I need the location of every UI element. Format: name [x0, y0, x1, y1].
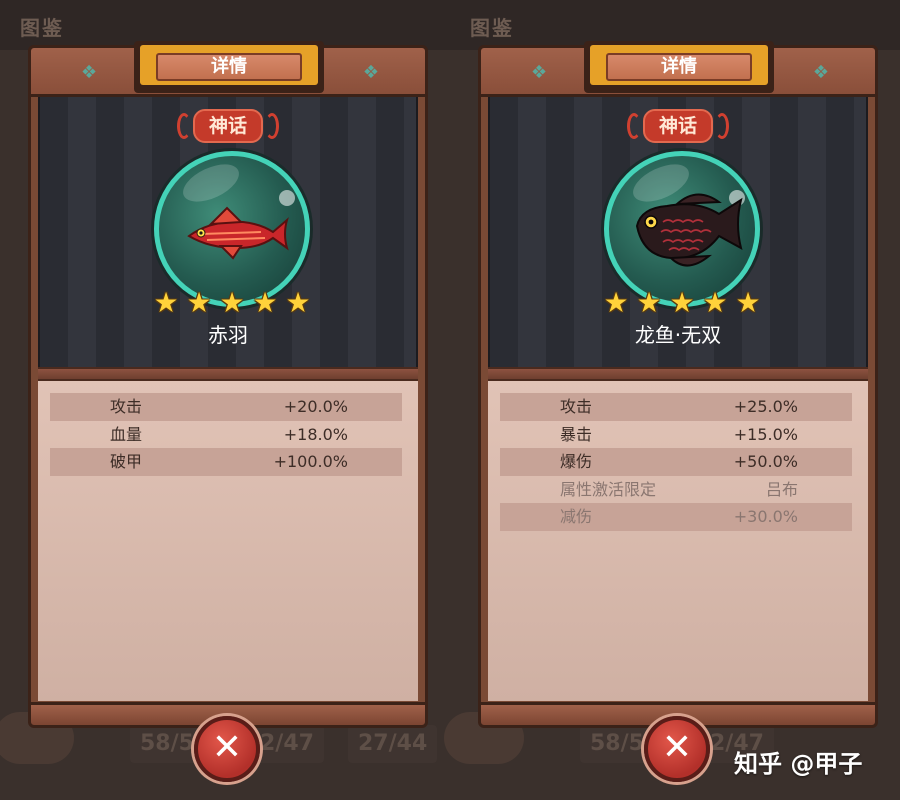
stat-label: 暴击 — [560, 424, 593, 444]
stat-value: 吕布 — [765, 479, 798, 499]
laurel-right-icon — [265, 113, 279, 139]
stat-label: 爆伤 — [560, 452, 593, 471]
stat-value: +15.0% — [733, 424, 798, 444]
close-button[interactable]: ✕ — [194, 716, 260, 782]
header-tab-trim: 详情 — [590, 45, 768, 85]
star-icon: ★ — [669, 286, 695, 319]
stat-row: 攻击 +25.0% — [500, 393, 852, 421]
stat-row: 攻击 +20.0% — [50, 393, 402, 421]
fish-ornament-icon: ❖ — [812, 62, 830, 83]
stat-value: +30.0% — [733, 507, 798, 526]
stat-label: 破甲 — [110, 452, 143, 471]
background-title: 图鉴 — [470, 16, 514, 40]
panel-divider — [488, 367, 868, 381]
star-icon: ★ — [702, 286, 728, 319]
stat-list: 攻击 +25.0% 暴击 +15.0% 爆伤 +50.0% 属性激活限定 吕布 … — [500, 393, 852, 531]
stat-row: 减伤 +30.0% — [500, 503, 852, 531]
dark-arowana-icon — [635, 193, 743, 267]
stat-row: 属性激活限定 吕布 — [500, 476, 852, 504]
header-tab: 详情 — [134, 41, 324, 93]
fish-detail-panel: ❖ ❖ 详情 神话 ★ ★ ★ ★ ★ 赤羽 攻击 +20.0% 血量 +18.… — [28, 41, 428, 728]
rarity-label: 神话 — [192, 109, 263, 143]
stat-row: 暴击 +15.0% — [500, 421, 852, 449]
stat-row: 血量 +18.0% — [50, 421, 402, 449]
star-icon: ★ — [153, 286, 179, 319]
collection-count: 58/5 — [130, 725, 204, 763]
star-rating: ★ ★ ★ ★ ★ — [152, 289, 312, 319]
fish-bubble — [604, 151, 760, 307]
stat-value: +18.0% — [283, 424, 348, 444]
laurel-right-icon — [715, 113, 729, 139]
header-tab: 详情 — [584, 41, 774, 93]
stat-label: 攻击 — [560, 397, 593, 416]
stat-value: +50.0% — [733, 452, 798, 471]
star-icon: ★ — [735, 286, 761, 319]
star-icon: ★ — [252, 286, 278, 319]
star-icon: ★ — [219, 286, 245, 319]
fish-ornament-icon: ❖ — [362, 62, 380, 83]
stat-row: 破甲 +100.0% — [50, 448, 402, 476]
fish-ornament-icon: ❖ — [80, 62, 98, 83]
fish-name: 龙鱼·无双 — [634, 323, 722, 347]
stat-label: 血量 — [110, 424, 143, 444]
collection-count: 27/44 — [348, 725, 438, 763]
laurel-left-icon — [177, 113, 191, 139]
fish-detail-panel: ❖ ❖ 详情 神话 ★ ★ ★ ★ ★ 龙鱼·无双 攻击 +25.0% 暴击 +… — [478, 41, 878, 728]
star-icon: ★ — [285, 286, 311, 319]
star-icon: ★ — [636, 286, 662, 319]
stat-value: +25.0% — [733, 397, 798, 416]
close-icon: ✕ — [211, 727, 243, 768]
fish-name: 赤羽 — [208, 323, 248, 347]
rarity-badge: 神话 — [173, 109, 283, 143]
fish-ornament-icon: ❖ — [530, 62, 548, 83]
header-title: 详情 — [156, 53, 302, 81]
fish-bubble — [154, 151, 310, 307]
watermark: 知乎 @甲子 — [734, 750, 863, 778]
rarity-badge: 神话 — [623, 109, 733, 143]
star-icon: ★ — [186, 286, 212, 319]
star-rating: ★ ★ ★ ★ ★ — [602, 289, 762, 319]
collection-count: 58/5 — [580, 725, 654, 763]
screenshot: 图鉴 58/5 2/47 27/44 图鉴 58/5 2/47 ❖ ❖ 详情 神… — [0, 0, 900, 800]
stat-label: 攻击 — [110, 397, 143, 416]
close-icon: ✕ — [661, 727, 693, 768]
background-title: 图鉴 — [20, 16, 64, 40]
stat-value: +20.0% — [283, 397, 348, 416]
stat-row: 爆伤 +50.0% — [500, 448, 852, 476]
stat-label: 减伤 — [560, 507, 593, 526]
panel-divider — [38, 367, 418, 381]
close-button[interactable]: ✕ — [644, 716, 710, 782]
red-fish-icon — [187, 206, 289, 260]
header-tab-trim: 详情 — [140, 45, 318, 85]
stat-value: +100.0% — [273, 452, 348, 471]
header-title: 详情 — [606, 53, 752, 81]
collection-count: 2/47 — [250, 725, 324, 763]
star-icon: ★ — [603, 286, 629, 319]
rarity-label: 神话 — [642, 109, 713, 143]
laurel-left-icon — [627, 113, 641, 139]
stat-list: 攻击 +20.0% 血量 +18.0% 破甲 +100.0% — [50, 393, 402, 476]
stat-label: 属性激活限定 — [560, 479, 657, 499]
